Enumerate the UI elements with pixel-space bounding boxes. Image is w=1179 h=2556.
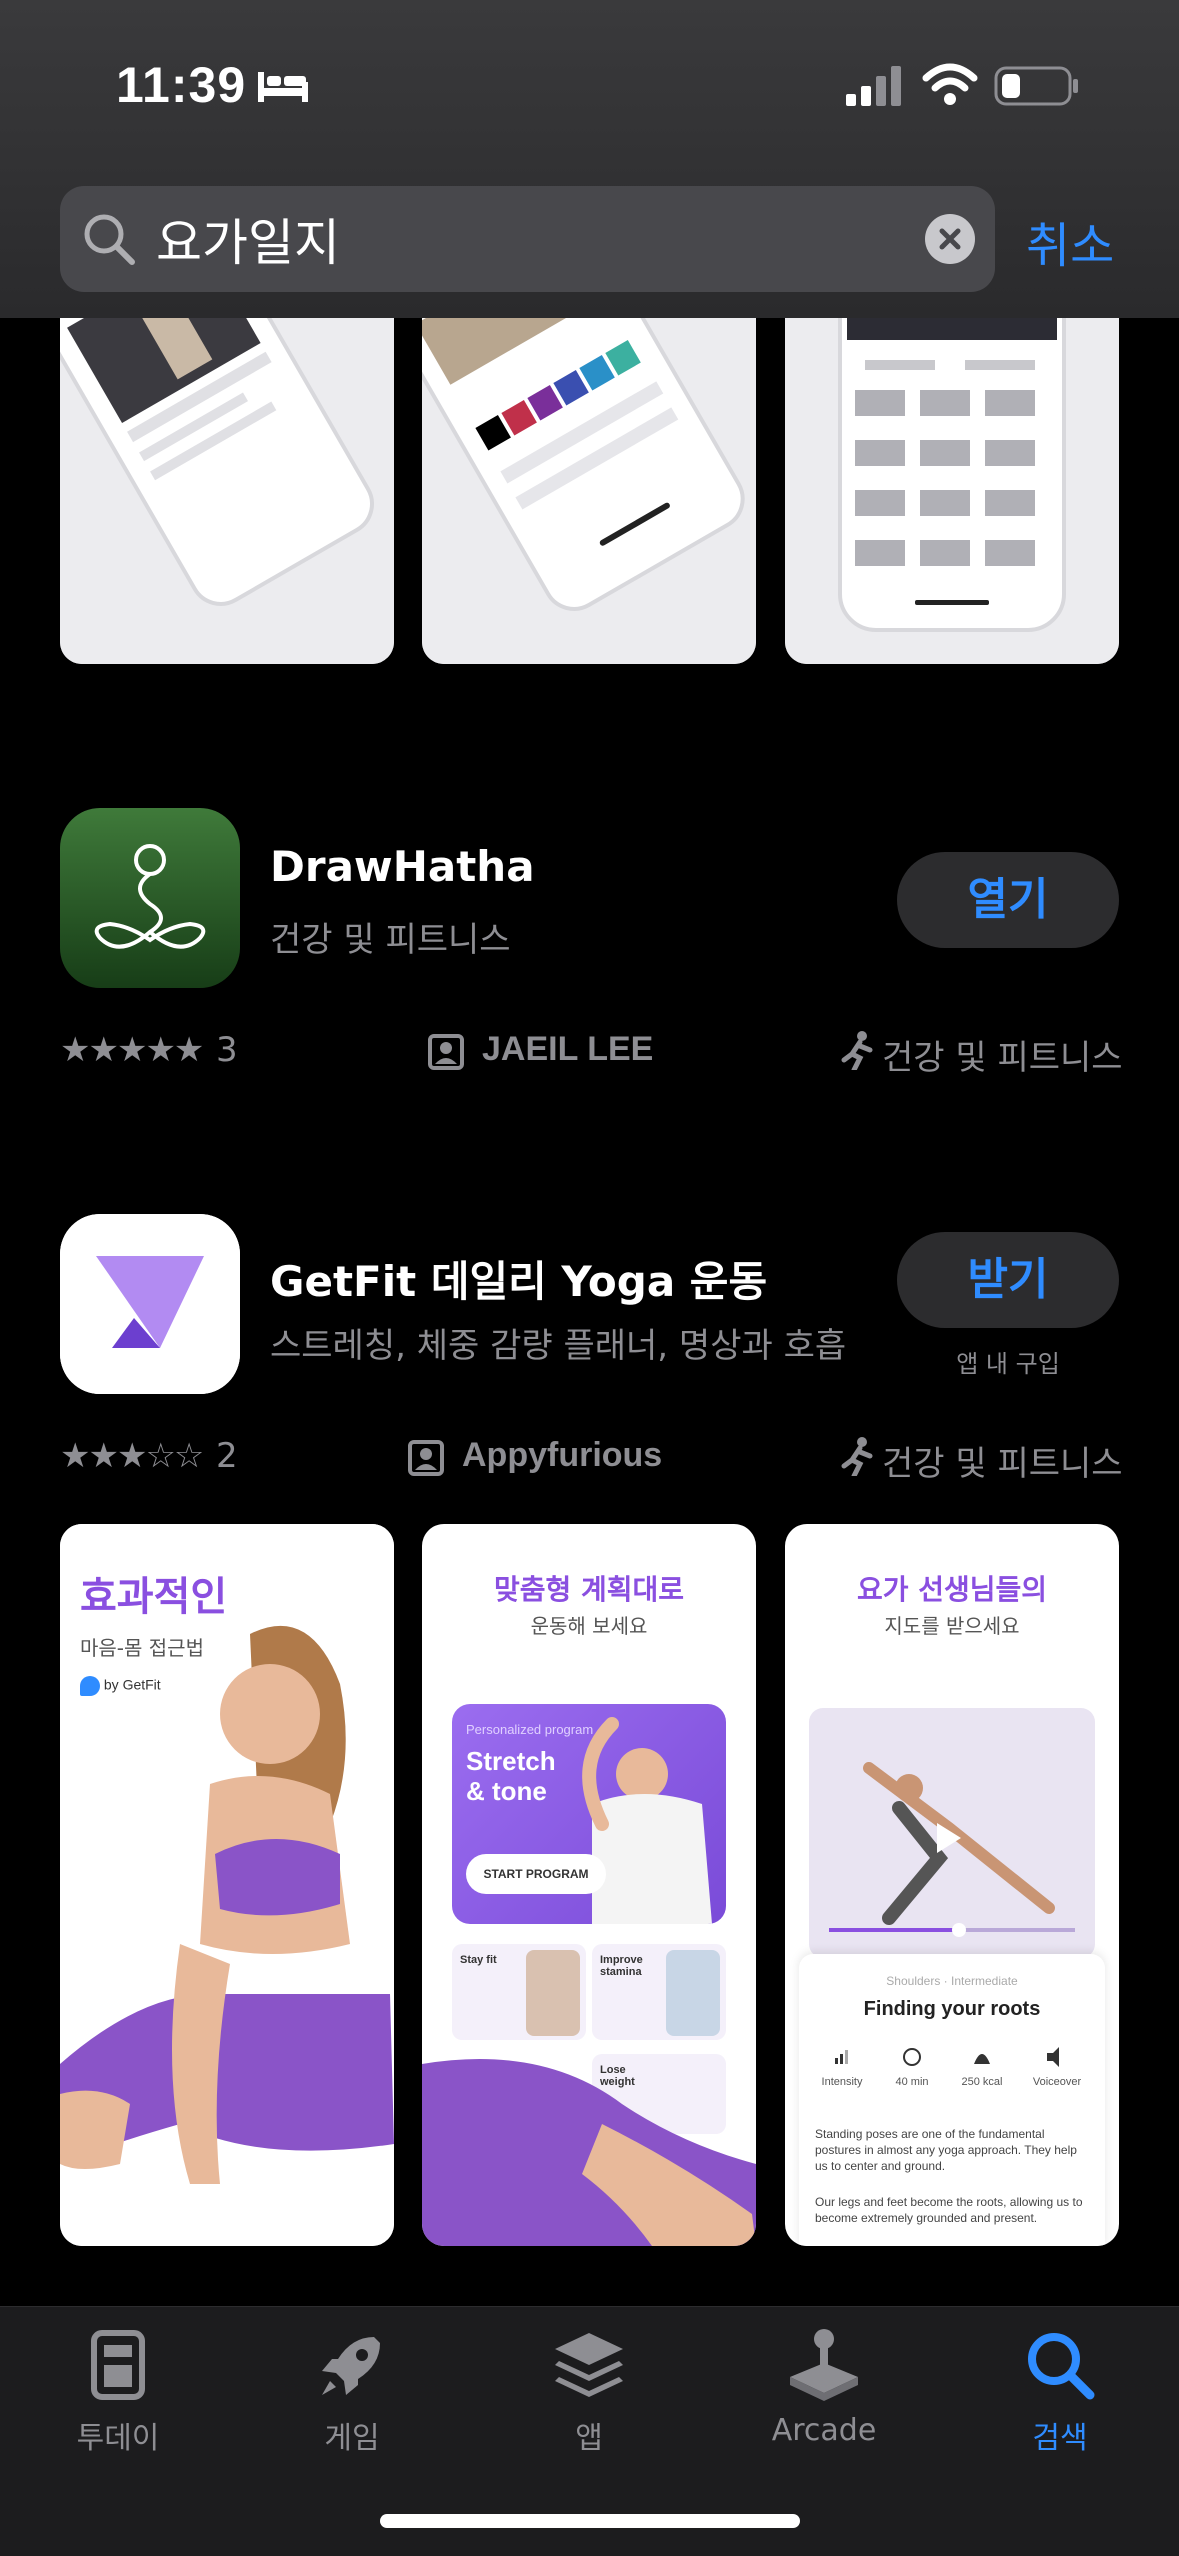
program-label: Personalized program: [466, 1722, 594, 1737]
today-icon: [91, 2330, 145, 2400]
tab-label: 앱: [575, 2421, 603, 2456]
tab-today[interactable]: 투데이: [38, 2325, 198, 2457]
app-subtitle: 스트레칭, 체중 감량 플래너, 명상과 호흡: [270, 1326, 847, 1366]
fitness-category-icon: [841, 1437, 873, 1476]
lesson-card: Shoulders · Intermediate Finding your ro…: [799, 1954, 1105, 2246]
tab-label: 게임: [324, 2421, 380, 2456]
fitness-category-icon: [841, 1031, 873, 1070]
joystick-icon: [790, 2329, 858, 2401]
rating-stars: ★★★★★: [60, 1031, 204, 1069]
previous-app-screenshot-1[interactable]: [60, 280, 394, 664]
close-icon: [939, 228, 961, 250]
getfit-screenshot-3[interactable]: 요가 선생님들의 지도를 받으세요 Shoulders · Intermedia…: [785, 1524, 1119, 2246]
tab-search[interactable]: 검색: [980, 2325, 1140, 2457]
cellular-signal-icon: [846, 66, 901, 106]
tile-photo: [526, 1950, 580, 2036]
program-tile-1: Stay fit: [452, 1944, 586, 2040]
category-label[interactable]: 건강 및 피트니스: [882, 1436, 1123, 1485]
previous-app-screenshot-3[interactable]: [785, 280, 1119, 664]
start-program-button: START PROGRAM: [466, 1854, 606, 1894]
lesson-stat-2: 40 min: [895, 2076, 929, 2088]
previous-app-screenshot-2[interactable]: [422, 280, 756, 664]
in-app-purchase-label: 앱 내 구입: [956, 1350, 1060, 1378]
program-card: Personalized program Stretch & tone STAR…: [452, 1704, 726, 1924]
app-name[interactable]: GetFit 데일리 Yoga 운동: [270, 1248, 767, 1309]
layers-icon: [555, 2333, 623, 2397]
lesson-stat-1: Intensity: [821, 2076, 863, 2088]
developer-icon: [408, 1440, 444, 1476]
tab-label: 검색: [1032, 2421, 1088, 2456]
lesson-stat-4: Voiceover: [1032, 2076, 1082, 2088]
tab-apps[interactable]: 앱: [509, 2325, 669, 2457]
rating-count: 2: [216, 1436, 238, 1476]
tile-photo: [666, 1950, 720, 2036]
screenshot-subtitle: 운동해 보세요: [530, 1614, 648, 1638]
tab-label: 투데이: [76, 2421, 160, 2456]
getfit-brand: by GetFit: [80, 1676, 161, 1696]
tab-games[interactable]: 게임: [272, 2325, 432, 2457]
tile-label: Stay fit: [460, 1954, 497, 1966]
search-icon: [84, 214, 135, 265]
lesson-title: Finding your roots: [863, 1998, 1041, 2020]
program-tile-2: Improve stamina: [592, 1944, 726, 2040]
rocket-icon: [322, 2337, 380, 2395]
app-icon-drawhatha[interactable]: [60, 808, 240, 988]
cancel-button[interactable]: 취소: [1026, 206, 1114, 276]
search-input[interactable]: [156, 186, 956, 292]
developer-name[interactable]: Appyfurious: [462, 1436, 662, 1475]
rating-count: 3: [216, 1030, 238, 1070]
tab-label: Arcade: [771, 2413, 877, 2448]
screenshot-title: 효과적인: [80, 1574, 228, 1620]
lesson-body-2: Our legs and feet become the roots, allo…: [815, 2195, 1083, 2225]
app-name[interactable]: DrawHatha: [270, 842, 535, 891]
search-bar[interactable]: [60, 186, 995, 292]
screenshot-title: 맞춤형 계획대로: [493, 1573, 685, 1606]
status-time: 11:39: [116, 57, 247, 113]
app-subtitle: 건강 및 피트니스: [270, 920, 511, 960]
developer-icon: [428, 1034, 464, 1070]
clear-search-button[interactable]: [925, 214, 975, 264]
getfit-screenshot-1[interactable]: 효과적인 마음-몸 접근법 by GetFit: [60, 1524, 394, 2246]
lesson-stat-3: 250 kcal: [961, 2076, 1003, 2088]
app-icon-getfit[interactable]: [60, 1214, 240, 1394]
developer-name[interactable]: JAEIL LEE: [482, 1030, 653, 1069]
tile-label: Lose weight: [600, 2064, 635, 2088]
brand-text: by GetFit: [103, 1676, 161, 1693]
get-button[interactable]: 받기: [897, 1232, 1119, 1328]
lesson-stat-icons: [835, 2047, 1059, 2067]
search-icon: [1028, 2333, 1095, 2400]
video-player: [809, 1708, 1095, 1958]
yoga-pose-icon: [60, 808, 240, 988]
screenshot-subtitle: 마음-몸 접근법: [80, 1636, 204, 1660]
program-tile-3: Lose weight: [592, 2054, 726, 2134]
category-label[interactable]: 건강 및 피트니스: [882, 1030, 1123, 1079]
screenshot-subtitle: 지도를 받으세요: [884, 1614, 1020, 1638]
rating-stars: ★★★☆☆: [60, 1437, 204, 1475]
lesson-crumb: Shoulders · Intermediate: [886, 1974, 1018, 1988]
wifi-icon: [922, 63, 978, 105]
tab-arcade[interactable]: Arcade: [744, 2325, 904, 2448]
lesson-body-1: Standing poses are one of the fundamenta…: [815, 2127, 1077, 2173]
header: 11:39 취소: [0, 0, 1179, 318]
getfit-drop-icon: [80, 1676, 100, 1696]
program-title-line-2: & tone: [466, 1776, 547, 1806]
sleep-focus-icon: [258, 72, 308, 102]
open-button[interactable]: 열기: [897, 852, 1119, 948]
battery-icon: [994, 66, 1078, 106]
screenshot-title: 요가 선생님들의: [856, 1573, 1048, 1606]
program-title-line-1: Stretch: [466, 1746, 556, 1776]
tile-label: Improve stamina: [600, 1954, 643, 1978]
getfit-logo-icon: [60, 1214, 240, 1394]
home-indicator[interactable]: [380, 2514, 800, 2528]
getfit-screenshot-2[interactable]: 맞춤형 계획대로 운동해 보세요 Personalized program St…: [422, 1524, 756, 2246]
